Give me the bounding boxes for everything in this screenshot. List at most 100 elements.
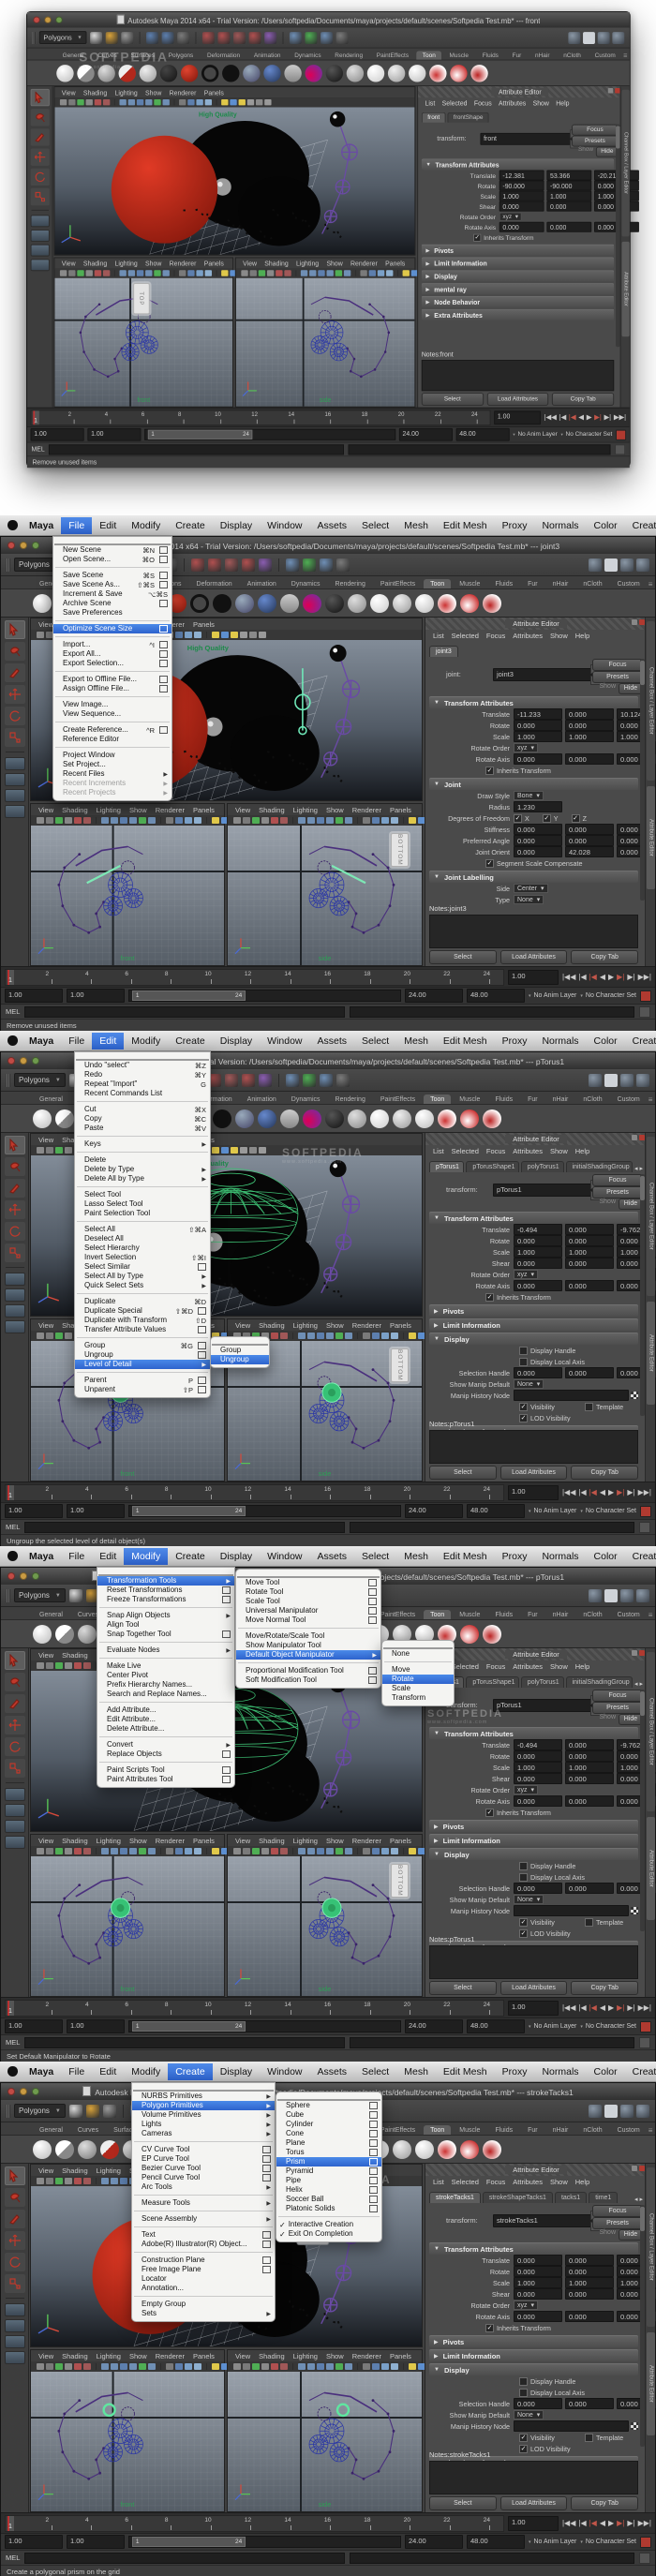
viewport-menu-lighting[interactable]: Lighting — [293, 806, 318, 814]
shelf-tab-animation[interactable]: Animation — [247, 51, 287, 59]
bookmark-icon[interactable] — [55, 1333, 63, 1339]
grab-hand-icon[interactable] — [636, 2105, 649, 2118]
menu-item-duplicate-special[interactable]: Duplicate Special⇧⌘D — [75, 1306, 210, 1316]
gate-mask-icon[interactable] — [179, 270, 186, 275]
mel-input[interactable] — [24, 1006, 345, 1018]
mouth-red[interactable] — [438, 2140, 456, 2159]
paint-sphere[interactable] — [263, 65, 280, 82]
tear-off-handle[interactable] — [277, 2092, 380, 2101]
menu-item-repeat-import-[interactable]: Repeat "Import"G — [75, 1080, 210, 1089]
grease-pencil-icon[interactable] — [46, 2363, 53, 2370]
snap-grid-icon[interactable] — [191, 558, 204, 572]
range-bar[interactable]: 124 — [128, 2536, 401, 2548]
snap-plane-icon[interactable] — [249, 32, 261, 44]
menu-item-unparent[interactable]: Unparent⇧P — [75, 1385, 210, 1394]
presets-button[interactable]: Presets — [592, 1702, 643, 1714]
close-button[interactable] — [7, 2088, 15, 2095]
layout-persp-outliner-icon[interactable] — [5, 1304, 25, 1318]
menu-item-move[interactable]: Move — [382, 1665, 454, 1675]
layout-four-pane-icon[interactable] — [5, 1288, 25, 1302]
attr-field[interactable]: 0.000 — [514, 846, 562, 857]
group-joint-labelling[interactable]: ▼Joint Labelling — [429, 871, 638, 883]
tab-channel-box-layer-editor[interactable]: Channel Box / Layer Editor — [621, 90, 629, 237]
menubar-item-create-uvs[interactable]: Create UVs — [625, 1033, 656, 1050]
2d-pan-zoom-icon[interactable] — [271, 1848, 278, 1854]
attr-field[interactable]: 0.000 — [546, 222, 591, 232]
viewport-menu-view[interactable]: View — [235, 2352, 250, 2360]
resolution-gate-icon[interactable] — [185, 1848, 192, 1854]
option-box-icon[interactable] — [159, 660, 168, 667]
option-box-icon[interactable] — [159, 556, 168, 563]
image-plane-icon[interactable] — [65, 817, 72, 824]
shelf-tab-custom[interactable]: Custom — [589, 51, 621, 59]
bookmark-icon[interactable] — [55, 817, 63, 824]
menubar-item-display[interactable]: Display — [213, 1548, 260, 1565]
tab-scroll-right-icon[interactable]: ▸ — [639, 2196, 643, 2203]
current-time-field[interactable]: 1.00 — [508, 2001, 559, 2016]
step-forward-frame-icon[interactable]: ▶| — [617, 1488, 624, 1496]
menu-item-torus[interactable]: Torus — [276, 2148, 381, 2157]
viewport-menu-view[interactable]: View — [235, 1837, 250, 1845]
viewport-canvas-wrap[interactable]: High Quality — [54, 107, 414, 254]
menubar-item-create[interactable]: Create — [168, 1033, 213, 1050]
shelf-tab-custom[interactable]: Custom — [611, 579, 647, 588]
menu-item-export-selection-[interactable]: Export Selection... — [53, 659, 171, 668]
layout-hypershade-icon[interactable] — [30, 259, 49, 271]
shelf-tab-painteffects[interactable]: PaintEffects — [370, 51, 414, 59]
menubar-item-maya[interactable]: Maya — [22, 2063, 61, 2080]
mouth-open-red[interactable] — [483, 594, 501, 613]
attr-field[interactable]: 0.000 — [514, 1795, 562, 1807]
scale-tool-icon[interactable] — [5, 1243, 25, 1262]
attribute-editor-header[interactable]: Attribute Editor — [425, 2164, 647, 2176]
menu-item-universal-manipulator[interactable]: Universal Manipulator — [236, 1606, 380, 1616]
scale-tool-icon[interactable] — [5, 728, 25, 747]
render-globe[interactable] — [235, 1109, 254, 1128]
motion-blur-icon[interactable] — [148, 1848, 156, 1854]
toggle-tool-settings-icon[interactable] — [589, 2105, 602, 2118]
play-backwards-icon[interactable]: ◀ — [600, 2003, 605, 2012]
viewport-menu-show[interactable]: Show — [145, 88, 161, 96]
menu-item-level-of-detail[interactable]: Level of Detail▶ — [75, 1360, 210, 1369]
gate-mask-icon[interactable] — [363, 1848, 370, 1854]
use-all-lights-icon[interactable] — [120, 2363, 127, 2370]
step-back-frame-icon[interactable]: |◀ — [589, 973, 597, 981]
attr-dropdown[interactable]: None▾ — [514, 1379, 544, 1389]
attr-field[interactable]: 1.000 — [499, 191, 544, 201]
use-all-lights-icon[interactable] — [120, 817, 127, 824]
ae-menu-help[interactable]: Help — [575, 632, 589, 640]
film-gate-icon[interactable] — [372, 1333, 380, 1339]
rotate-tool-icon[interactable] — [5, 1737, 25, 1756]
attr-field[interactable]: 0.000 — [514, 2311, 562, 2322]
time-slider-track[interactable]: 124681012141618202224 — [31, 409, 491, 425]
option-box-icon[interactable] — [262, 2266, 271, 2273]
smooth-shade-icon[interactable] — [101, 817, 109, 824]
option-box-icon[interactable] — [368, 1588, 377, 1596]
2d-pan-zoom-icon[interactable] — [95, 270, 101, 275]
apple-menu-icon[interactable] — [7, 1035, 18, 1046]
shelf-tab-dynamics[interactable]: Dynamics — [289, 51, 327, 59]
step-back-key-icon[interactable]: |◀ — [559, 413, 567, 421]
menubar-item-select[interactable]: Select — [354, 1033, 396, 1050]
option-box-icon[interactable] — [262, 2155, 271, 2163]
render-view-icon[interactable] — [305, 32, 317, 44]
menubar-item-color[interactable]: Color — [587, 2063, 625, 2080]
snap-grid-icon[interactable] — [202, 32, 215, 44]
menu-item-transformation-tools[interactable]: Transformation Tools▶ — [97, 1576, 234, 1586]
ae-menu-focus[interactable]: Focus — [486, 2178, 505, 2186]
menu-item-view-image-[interactable]: View Image... — [53, 700, 171, 709]
menubar-item-assets[interactable]: Assets — [310, 2063, 355, 2080]
menu-item-rotate[interactable]: Rotate — [382, 1675, 454, 1684]
isolate-select-icon[interactable] — [231, 632, 238, 638]
viewport-persp[interactable]: ViewShadingLightingShowRendererPanelsHig… — [53, 86, 415, 256]
select-tool-icon[interactable] — [5, 1136, 25, 1154]
attr-field[interactable]: 0.000 — [514, 2255, 562, 2266]
grab-hand-icon[interactable] — [636, 558, 649, 572]
menu-item-text[interactable]: Text — [132, 2230, 275, 2240]
play-backwards-icon[interactable]: ◀ — [600, 1488, 605, 1496]
smooth-shade-icon[interactable] — [101, 2178, 109, 2184]
ae-menu-show[interactable]: Show — [550, 1147, 568, 1155]
construction-history-icon[interactable] — [286, 1074, 299, 1087]
menubar-item-proxy[interactable]: Proxy — [495, 1033, 535, 1050]
ring-sphere[interactable] — [140, 65, 157, 82]
ae-button-load-attributes[interactable]: Load Attributes — [500, 1981, 568, 1995]
